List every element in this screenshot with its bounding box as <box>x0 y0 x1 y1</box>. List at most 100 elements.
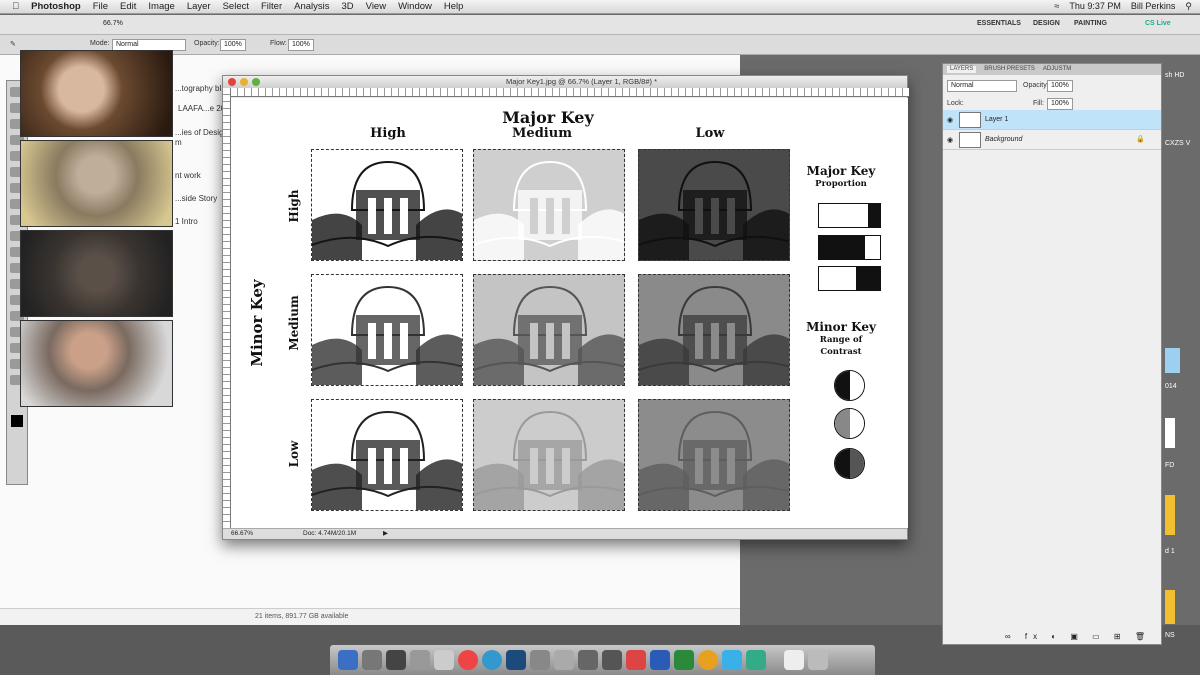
foreground-color-swatch[interactable] <box>11 415 23 427</box>
canvas[interactable]: Major Key High Medium Low High Medium Lo… <box>231 98 908 528</box>
webcam-participant <box>20 50 173 137</box>
menu-3d[interactable]: 3D <box>342 1 354 12</box>
tab-brush-presets[interactable]: BRUSH PRESETS <box>984 66 1035 73</box>
drive-icon[interactable] <box>1165 590 1175 624</box>
brush-tool-icon[interactable]: ✎ <box>10 40 16 48</box>
desktop-icon-label[interactable]: 014 <box>1165 383 1177 390</box>
blend-mode-select[interactable]: Normal <box>947 80 1017 92</box>
side-heading: Minor Key <box>248 279 266 367</box>
drive-icon[interactable] <box>1165 495 1175 535</box>
doc-zoom[interactable]: 66.67% <box>231 529 253 539</box>
menu-app[interactable]: Photoshop <box>31 1 81 12</box>
layer-panel-buttons[interactable]: ∞ fx ◐ ▣ ▭ ⊞ 🗑 <box>1005 632 1151 641</box>
dock-excel-icon[interactable] <box>674 650 694 670</box>
desktop-icon-label[interactable]: NS <box>1165 632 1175 639</box>
spotlight-icon[interactable]: ⚲ <box>1185 1 1192 12</box>
dock-finder-icon[interactable] <box>338 650 358 670</box>
cs-live-button[interactable]: CS Live <box>1145 20 1171 27</box>
finder-item[interactable]: ...ies of Design <box>175 128 228 137</box>
zoom-button[interactable] <box>252 78 260 86</box>
finder-item[interactable]: LAAFA...e 20 <box>178 104 225 113</box>
menu-file[interactable]: File <box>93 1 108 12</box>
dock-app-icon[interactable] <box>746 650 766 670</box>
menu-layer[interactable]: Layer <box>187 1 211 12</box>
legend-minor-subtitle: Contrast <box>820 347 862 357</box>
visibility-eye-icon[interactable]: ◉ <box>947 116 953 124</box>
flow-label: Flow: <box>270 40 287 47</box>
menu-analysis[interactable]: Analysis <box>294 1 329 12</box>
opacity-input[interactable]: 100% <box>220 39 246 51</box>
menu-view[interactable]: View <box>366 1 386 12</box>
minimize-button[interactable] <box>240 78 248 86</box>
dock-facetime-icon[interactable] <box>722 650 742 670</box>
dock-preview-icon[interactable] <box>434 650 454 670</box>
menu-edit[interactable]: Edit <box>120 1 136 12</box>
dock-app-icon[interactable] <box>602 650 622 670</box>
folder-icon[interactable] <box>1165 348 1180 373</box>
application-bar: 66.7% ESSENTIALS DESIGN PAINTING CS Live <box>0 15 1200 35</box>
layer-name[interactable]: Background <box>985 136 1022 143</box>
layer-name[interactable]: Layer 1 <box>985 116 1008 123</box>
menu-filter[interactable]: Filter <box>261 1 282 12</box>
workspace-essentials[interactable]: ESSENTIALS <box>977 20 1021 27</box>
trash-icon[interactable] <box>808 650 828 670</box>
webcam-participant <box>20 140 173 227</box>
drive-icon[interactable] <box>1165 418 1175 448</box>
dock-word-icon[interactable] <box>650 650 670 670</box>
desktop-icon-label[interactable]: d 1 <box>1165 548 1175 555</box>
zoom-level[interactable]: 66.7% <box>100 19 126 31</box>
tonal-study-low-medium <box>473 399 625 511</box>
flow-input[interactable]: 100% <box>288 39 314 51</box>
dock-powerpoint-icon[interactable] <box>626 650 646 670</box>
layer-opacity-input[interactable]: 100% <box>1047 80 1073 92</box>
desktop-icon-label[interactable]: sh HD <box>1165 72 1184 79</box>
desktop-icon-label[interactable]: FD <box>1165 462 1174 469</box>
fill-input[interactable]: 100% <box>1047 98 1073 110</box>
menu-select[interactable]: Select <box>223 1 249 12</box>
finder-item[interactable]: 1 Intro <box>175 217 198 226</box>
menu-help[interactable]: Help <box>444 1 464 12</box>
finder-item[interactable]: nt work <box>175 171 201 180</box>
clock[interactable]: Thu 9:37 PM <box>1069 1 1121 12</box>
layer-row-layer-1[interactable]: ◉ Layer 1 <box>943 110 1161 130</box>
opacity-label: Opacity: <box>194 40 220 47</box>
dock-outlook-icon[interactable] <box>698 650 718 670</box>
workspace-painting[interactable]: PAINTING <box>1074 20 1107 27</box>
dock-app-icon[interactable] <box>530 650 550 670</box>
vertical-ruler[interactable] <box>223 88 231 528</box>
dock-camera-icon[interactable] <box>578 650 598 670</box>
layer-row-background[interactable]: ◉ Background 🔒 <box>943 130 1161 150</box>
finder-item[interactable]: ...tography bl <box>175 84 221 93</box>
finder-item[interactable]: ...side Story <box>175 194 217 203</box>
legend-minor-title: Minor Key <box>806 320 876 334</box>
dock-photoshop-icon[interactable] <box>506 650 526 670</box>
horizontal-ruler[interactable] <box>231 88 909 97</box>
legend-major-subtitle: Proportion <box>815 179 867 189</box>
dock <box>330 645 875 675</box>
palace-dome-sketch <box>474 285 624 385</box>
dock-safari-icon[interactable] <box>482 650 502 670</box>
dock-mission-icon[interactable] <box>410 650 430 670</box>
dock-chrome-icon[interactable] <box>458 650 478 670</box>
finder-item[interactable]: m <box>175 138 182 147</box>
dock-app-icon[interactable] <box>554 650 574 670</box>
apple-icon[interactable]:  <box>12 1 19 12</box>
dock-launchpad-icon[interactable] <box>362 650 382 670</box>
user-name[interactable]: Bill Perkins <box>1131 1 1176 12</box>
menu-image[interactable]: Image <box>148 1 174 12</box>
dock-document-icon[interactable] <box>784 650 804 670</box>
dock-dashboard-icon[interactable] <box>386 650 406 670</box>
desktop-icon-label[interactable]: CXZS V <box>1165 140 1190 147</box>
status-menu-arrow-icon[interactable]: ▶ <box>383 529 388 539</box>
close-button[interactable] <box>228 78 236 86</box>
doc-size[interactable]: Doc: 4.74M/20.1M <box>303 529 356 539</box>
palace-dome-sketch <box>639 285 789 385</box>
tab-adjustments[interactable]: ADJUSTM <box>1043 66 1071 73</box>
menu-window[interactable]: Window <box>398 1 432 12</box>
wifi-icon[interactable]: ≈ <box>1054 1 1059 12</box>
workspace-design[interactable]: DESIGN <box>1033 20 1060 27</box>
visibility-eye-icon[interactable]: ◉ <box>947 136 953 144</box>
tab-layers[interactable]: LAYERS <box>947 66 977 73</box>
proportion-bar <box>818 235 881 260</box>
contrast-circle <box>834 370 865 401</box>
